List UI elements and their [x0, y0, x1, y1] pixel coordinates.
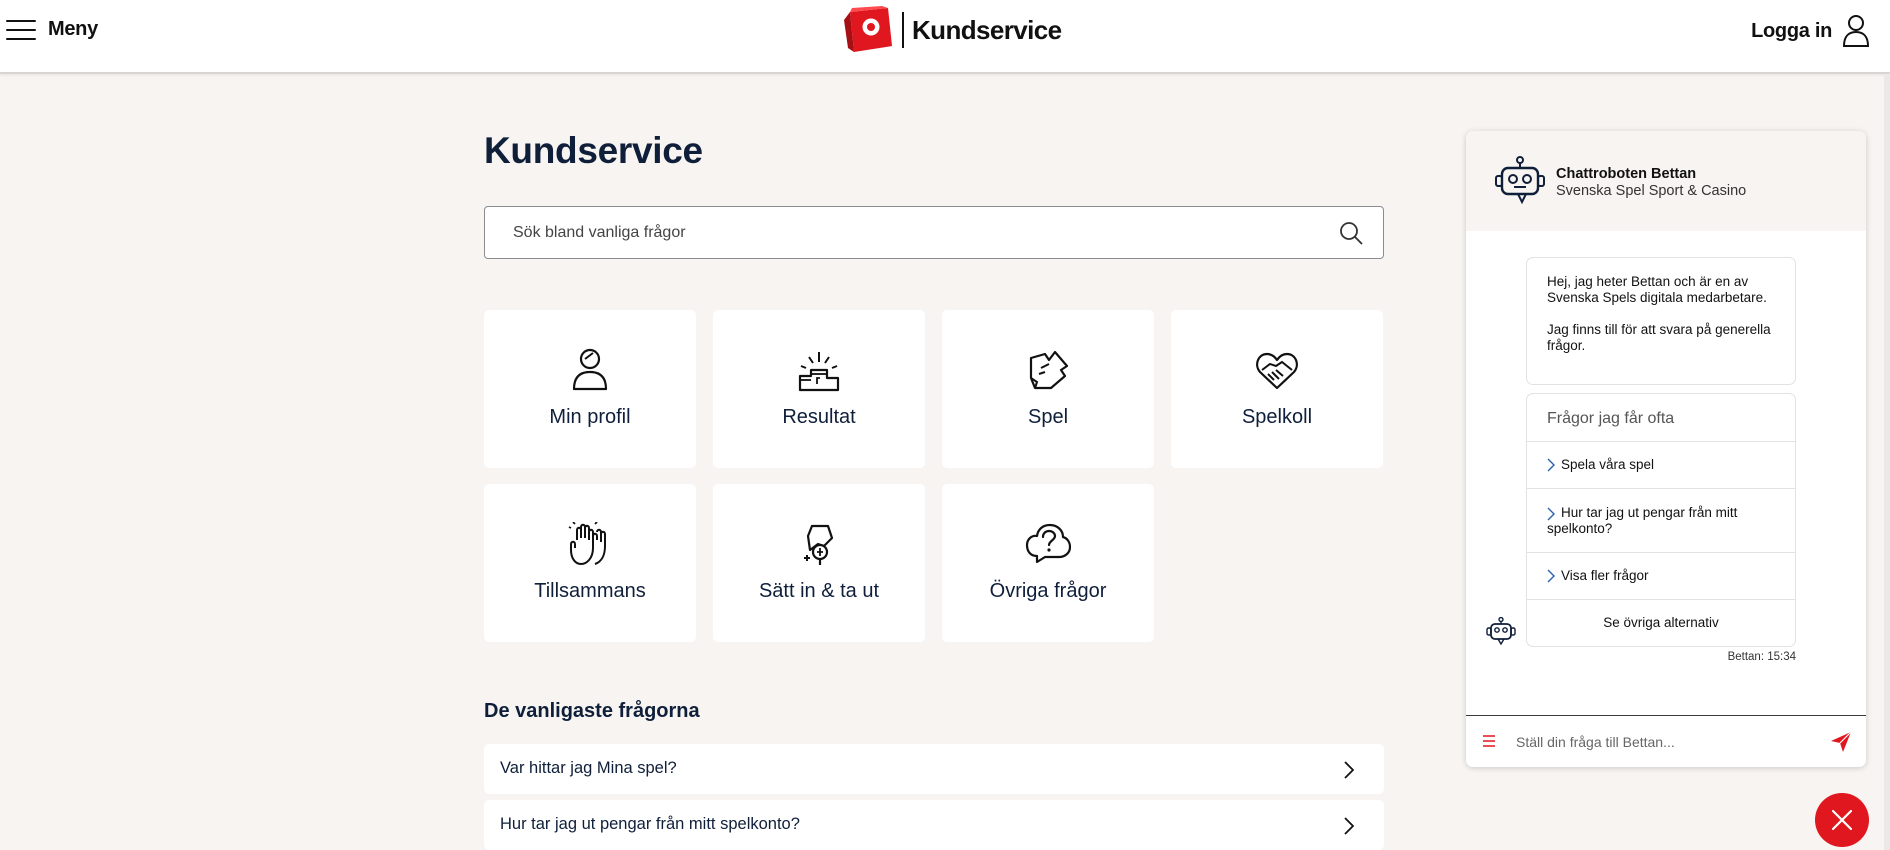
- tile-label: Övriga frågor: [989, 580, 1107, 602]
- chat-faq-item[interactable]: Visa fler frågor: [1527, 553, 1795, 600]
- question-cloud-icon: [1025, 523, 1071, 564]
- options-menu-icon[interactable]: [1482, 734, 1496, 748]
- tile-label: Resultat: [782, 406, 856, 428]
- chat-faq-item[interactable]: Hur tar jag ut pengar från mitt spelkont…: [1527, 489, 1795, 553]
- close-icon: [1831, 809, 1853, 831]
- chatbot-panel: Chattroboten Bettan Svenska Spel Sport &…: [1466, 131, 1866, 767]
- chat-faq-box: Frågor jag får ofta Spela våra spel Hur …: [1526, 393, 1796, 647]
- tile-label: Min profil: [549, 406, 631, 428]
- chevron-right-icon: [1547, 507, 1555, 521]
- chatbot-subtitle: Svenska Spel Sport & Casino: [1556, 183, 1747, 199]
- heart-handshake-icon: [1256, 352, 1298, 390]
- search-input[interactable]: [513, 207, 1313, 258]
- chat-greeting-text: Jag finns till för att svara på generell…: [1547, 322, 1771, 353]
- tile-resultat[interactable]: Resultat: [713, 310, 925, 468]
- page-title: Kundservice: [484, 130, 703, 171]
- login-label: Logga in: [1751, 19, 1832, 42]
- tile-label: Sätt in & ta ut: [758, 580, 880, 602]
- menu-button[interactable]: Meny: [6, 18, 98, 41]
- chevron-right-icon: [1547, 569, 1555, 583]
- chat-message-input[interactable]: [1516, 724, 1806, 760]
- person-icon: [572, 348, 608, 391]
- robot-icon: [1495, 156, 1545, 204]
- podium-icon: [798, 352, 840, 392]
- hamburger-icon: [6, 19, 36, 40]
- page-scrollbar[interactable]: [1884, 75, 1890, 850]
- chevron-right-icon: [1344, 817, 1354, 835]
- tile-ovriga-fragor[interactable]: Övriga frågor: [942, 484, 1154, 642]
- chatbot-name: Chattroboten Bettan: [1556, 166, 1697, 182]
- brand-title: Kundservice: [912, 14, 1062, 45]
- chevron-right-icon: [1547, 458, 1555, 472]
- chat-faq-heading: Frågor jag får ofta: [1527, 394, 1795, 442]
- chatbot-header: Chattroboten Bettan Svenska Spel Sport &…: [1466, 131, 1866, 231]
- chat-timestamp: Bettan: 15:34: [1727, 651, 1796, 663]
- chat-faq-label: Hur tar jag ut pengar från mitt spelkont…: [1547, 504, 1738, 536]
- tile-spel[interactable]: Spel: [942, 310, 1154, 468]
- user-icon: [1842, 15, 1870, 47]
- tile-spelkoll[interactable]: Spelkoll: [1171, 310, 1383, 468]
- money-icon: [804, 524, 834, 565]
- robot-avatar-icon: [1486, 617, 1516, 645]
- faq-question: Var hittar jag Mina spel?: [500, 759, 677, 777]
- search-icon[interactable]: [1339, 221, 1363, 245]
- tile-satt-in-ta-ut[interactable]: Sätt in & ta ut: [713, 484, 925, 642]
- tile-label: Tillsammans: [534, 580, 646, 602]
- chat-faq-item[interactable]: Spela våra spel: [1527, 442, 1795, 489]
- tile-tillsammans[interactable]: Tillsammans: [484, 484, 696, 642]
- chat-input-bar: [1466, 715, 1866, 767]
- brand-logo-link[interactable]: Kundservice: [842, 6, 1062, 54]
- chat-message-bubble: Hej, jag heter Bettan och är en av Svens…: [1526, 257, 1796, 385]
- chevron-right-icon: [1344, 761, 1354, 779]
- chat-faq-label: Visa fler frågor: [1561, 568, 1649, 583]
- faq-item[interactable]: Hur tar jag ut pengar från mitt spelkont…: [484, 800, 1384, 850]
- close-chat-button[interactable]: [1815, 793, 1869, 847]
- tile-min-profil[interactable]: Min profil: [484, 310, 696, 468]
- faq-heading: De vanligaste frågorna: [484, 700, 700, 722]
- faq-item[interactable]: Var hittar jag Mina spel?: [484, 744, 1384, 794]
- faq-question: Hur tar jag ut pengar från mitt spelkont…: [500, 815, 800, 833]
- top-navigation-bar: Meny Kundservice Logga in: [0, 0, 1890, 74]
- more-options-button[interactable]: Se övriga alternativ: [1527, 600, 1795, 646]
- brand-divider: [902, 12, 904, 48]
- menu-label: Meny: [48, 18, 98, 40]
- login-button[interactable]: Logga in: [1751, 14, 1870, 48]
- chat-greeting-text: Hej, jag heter Bettan och är en av Svens…: [1547, 274, 1767, 305]
- high-five-icon: [568, 522, 606, 565]
- tile-label: Spel: [1027, 406, 1069, 428]
- send-icon[interactable]: [1830, 731, 1852, 753]
- svenska-spel-logo-icon: [844, 6, 892, 52]
- ticket-icon: [1029, 350, 1069, 390]
- search-box: [484, 206, 1384, 259]
- tile-label: Spelkoll: [1241, 406, 1313, 428]
- chat-faq-label: Spela våra spel: [1561, 457, 1655, 472]
